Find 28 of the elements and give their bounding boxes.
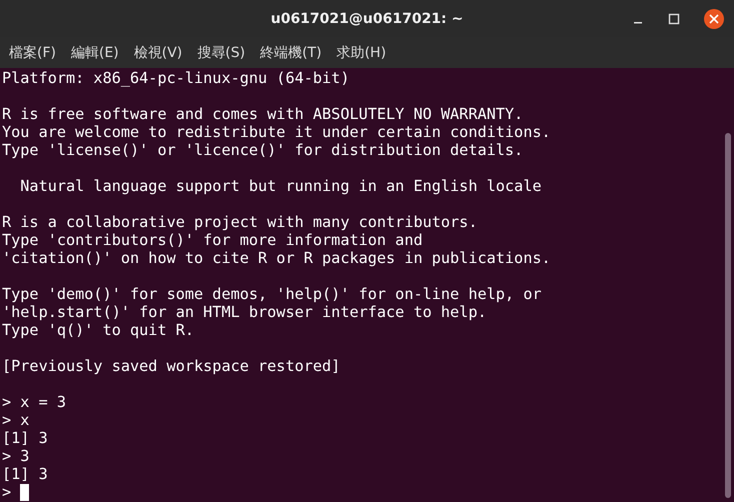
menu-item[interactable]: 搜尋(S) — [197, 44, 246, 62]
maximize-icon[interactable] — [668, 13, 680, 25]
terminal-line: > x = 3 — [2, 393, 66, 411]
close-icon[interactable] — [704, 9, 724, 29]
terminal-line: > 3 — [2, 447, 30, 465]
terminal-line: Platform: x86_64-pc-linux-gnu (64-bit) — [2, 69, 350, 87]
terminal-line: Type 'demo()' for some demos, 'help()' for on-line help, or — [2, 285, 542, 303]
menu-item[interactable]: 求助(H) — [336, 44, 386, 62]
terminal-line: R is free software and comes with ABSOLUTELY NO WARRANTY. — [2, 105, 524, 123]
menu-item[interactable]: 終端機(T) — [260, 44, 322, 62]
terminal-line: Natural language support but running in an English locale — [19, 177, 542, 195]
window-title: u0617021@u0617021: ~ — [270, 10, 464, 26]
terminal-line: 'help.start()' for an HTML browser interface to help. — [2, 303, 487, 321]
terminal-line: R is a collaborative project with many contributors. — [2, 213, 478, 231]
terminal-line: [1] 3 — [2, 429, 48, 447]
terminal-line: > x — [2, 411, 30, 429]
terminal-line: Type 'q()' to quit R. — [2, 321, 194, 339]
terminal-line: 'citation()' on how to cite R or R packages in publications. — [2, 249, 551, 267]
terminal-line: Type 'license()' or 'licence()' for distribution details. — [2, 141, 524, 159]
menu-item[interactable]: 編輯(E) — [70, 44, 119, 62]
terminal-line: [1] 3 — [2, 465, 48, 483]
terminal-line: [Previously saved workspace restored] — [2, 357, 340, 375]
terminal-line: You are welcome to redistribute it under certain conditions. — [2, 123, 551, 141]
prompt: > — [2, 483, 12, 501]
menu-item[interactable]: 檔案(F) — [9, 44, 56, 62]
menu-item[interactable]: 檢視(V) — [134, 44, 182, 62]
scrollbar-thumb[interactable] — [725, 133, 731, 498]
terminal-line: Type 'contributors()' for more information and — [2, 231, 423, 249]
